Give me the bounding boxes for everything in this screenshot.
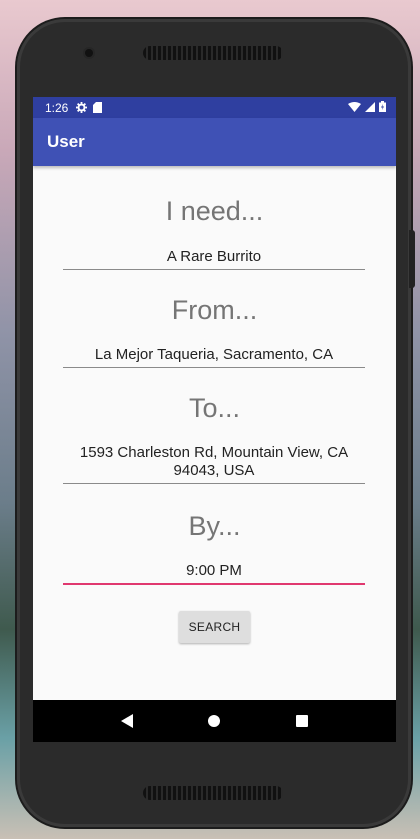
home-icon[interactable] (208, 715, 221, 727)
from-field[interactable]: La Mejor Taqueria, Sacramento, CA (63, 346, 365, 368)
battery-icon (379, 100, 386, 115)
gear-icon (76, 102, 88, 113)
recents-icon[interactable] (296, 715, 309, 727)
app-bar-title: User (47, 132, 85, 151)
status-time: 1:26 (45, 100, 69, 115)
status-right-icons (348, 100, 386, 115)
sd-card-icon (93, 102, 103, 113)
wifi-icon (348, 101, 361, 115)
top-speaker (143, 46, 283, 60)
signal-icon (365, 101, 375, 115)
app-screen: 1:26 User I need... A Rare Burrito From.… (33, 97, 396, 742)
by-heading: By... (188, 511, 241, 541)
back-icon[interactable] (120, 714, 133, 728)
bottom-speaker (143, 786, 283, 800)
from-heading: From... (171, 295, 258, 325)
to-heading: To... (188, 393, 241, 423)
status-bar: 1:26 (33, 97, 396, 118)
front-camera (85, 49, 93, 57)
app-bar: User (33, 118, 396, 166)
need-heading: I need... (165, 196, 264, 226)
search-button[interactable]: SEARCH (179, 611, 250, 643)
power-button (409, 230, 415, 288)
navigation-bar (33, 700, 396, 742)
need-field[interactable]: A Rare Burrito (63, 248, 365, 270)
by-time-field[interactable]: 9:00 PM (63, 562, 365, 585)
to-field[interactable]: 1593 Charleston Rd, Mountain View, CA 94… (63, 444, 365, 484)
